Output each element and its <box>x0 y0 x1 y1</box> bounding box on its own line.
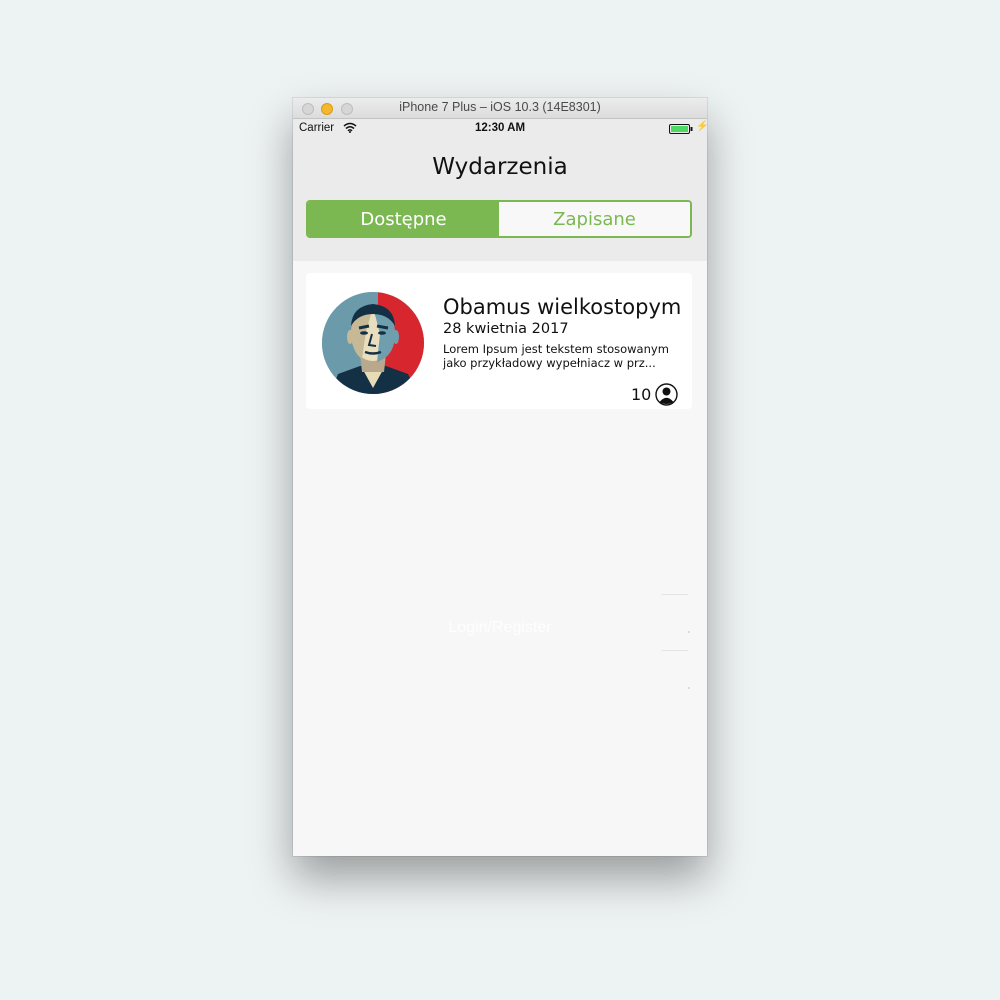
status-bar: Carrier 12:30 AM ⚡ <box>293 119 707 139</box>
divider <box>662 650 688 651</box>
divider <box>662 594 688 595</box>
person-icon <box>655 383 678 406</box>
event-date: 28 kwietnia 2017 <box>443 321 569 337</box>
window-titlebar: iPhone 7 Plus – iOS 10.3 (14E8301) <box>293 98 707 119</box>
attendee-count: 10 <box>631 385 652 404</box>
divider <box>688 687 690 689</box>
segment-zapisane[interactable]: Zapisane <box>499 202 690 236</box>
page-title: Wydarzenia <box>432 154 568 180</box>
event-description-line: Lorem Ipsum jest tekstem stosowanym <box>443 342 669 356</box>
status-time: 12:30 AM <box>474 122 526 134</box>
event-title: Obamus wielkostopym <box>443 295 682 319</box>
navigation-header: Wydarzenia Dostępne Zapisane <box>293 139 707 261</box>
event-description: Lorem Ipsum jest tekstem stosowanym jako… <box>443 342 679 370</box>
login-register-label: Login/Register <box>448 619 552 636</box>
event-avatar <box>322 292 424 394</box>
event-card[interactable]: Obamus wielkostopym 28 kwietnia 2017 Lor… <box>306 273 692 409</box>
window-title: iPhone 7 Plus – iOS 10.3 (14E8301) <box>399 100 601 114</box>
battery-icon <box>669 124 693 134</box>
bolt-icon: ⚡ <box>696 121 707 132</box>
events-list: Obamus wielkostopym 28 kwietnia 2017 Lor… <box>293 261 707 856</box>
segment-dostepne[interactable]: Dostępne <box>308 202 499 236</box>
event-description-line: jako przykładowy wypełniacz w prz... <box>443 355 656 370</box>
segmented-control: Dostępne Zapisane <box>306 200 692 238</box>
simulator-window: iPhone 7 Plus – iOS 10.3 (14E8301) Carri… <box>293 98 707 856</box>
